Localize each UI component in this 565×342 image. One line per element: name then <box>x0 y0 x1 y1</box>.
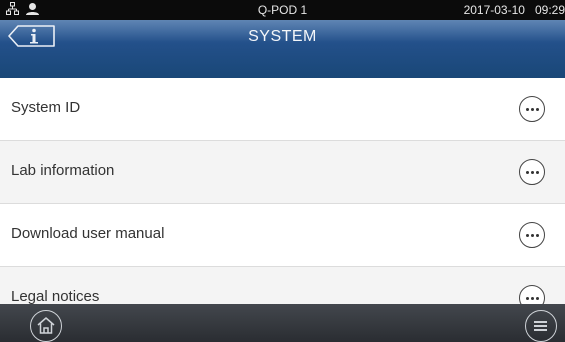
list-item-system-id[interactable]: System ID <box>0 78 565 141</box>
settings-list: System ID Lab information Download user … <box>0 78 565 306</box>
list-item-lab-information[interactable]: Lab information <box>0 141 565 204</box>
home-icon <box>37 317 55 334</box>
list-item-legal-notices[interactable]: Legal notices <box>0 267 565 306</box>
list-item-download-user-manual[interactable]: Download user manual <box>0 204 565 267</box>
bottom-bar <box>0 304 565 342</box>
status-time: 09:29 <box>534 3 565 17</box>
header-bar: SYSTEM <box>0 20 565 79</box>
list-item-label: Lab information <box>11 162 115 179</box>
more-options-icon[interactable] <box>519 222 545 248</box>
page-title: SYSTEM <box>248 28 317 45</box>
more-options-icon[interactable] <box>519 96 545 122</box>
list-item-label: Legal notices <box>11 288 100 305</box>
more-options-icon[interactable] <box>519 159 545 185</box>
more-options-icon[interactable] <box>519 285 545 306</box>
list-item-label: System ID <box>11 99 81 116</box>
datetime: 2017-03-10 09:29 <box>464 3 565 17</box>
menu-button[interactable] <box>525 310 557 342</box>
list-item-label: Download user manual <box>11 225 165 242</box>
home-button[interactable] <box>30 310 62 342</box>
status-bar: Q-POD 1 2017-03-10 09:29 <box>0 0 565 20</box>
status-date: 2017-03-10 <box>463 3 525 17</box>
